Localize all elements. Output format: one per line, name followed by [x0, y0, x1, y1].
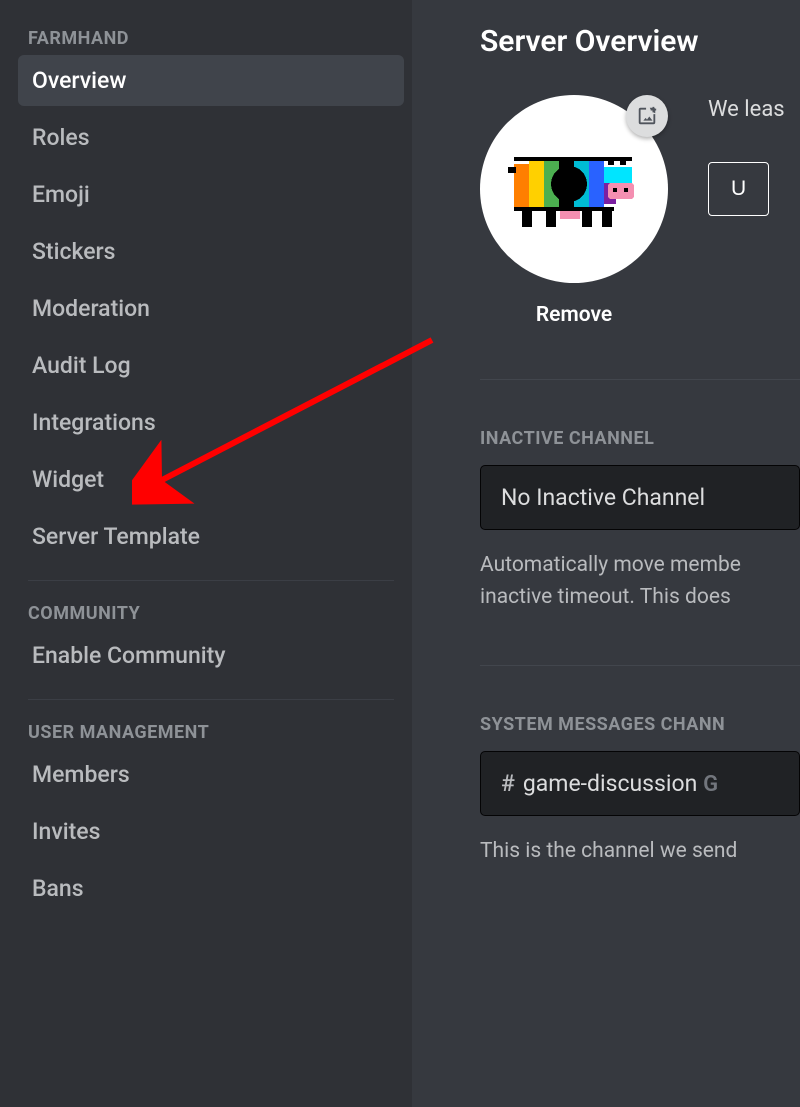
sidebar-item-server-template[interactable]: Server Template	[18, 511, 404, 562]
inactive-channel-helper: Automatically move membe inactive timeou…	[480, 550, 800, 613]
page-title: Server Overview	[480, 24, 800, 59]
sidebar-item-emoji[interactable]: Emoji	[18, 169, 404, 220]
image-upload-icon	[636, 105, 658, 127]
settings-sidebar: FARMHAND Overview Roles Emoji Stickers M…	[0, 0, 412, 1107]
sidebar-divider	[28, 699, 394, 700]
server-avatar-image	[504, 139, 644, 239]
system-channel-name: game-discussion	[523, 770, 697, 797]
avatar-hint-text: We leas	[708, 95, 785, 126]
system-messages-label: SYSTEM MESSAGES CHANN	[480, 714, 800, 735]
section-divider	[480, 665, 800, 666]
system-channel-tail: G	[703, 772, 719, 797]
sidebar-section-header-farmhand: FARMHAND	[18, 20, 404, 55]
sidebar-item-enable-community[interactable]: Enable Community	[18, 630, 404, 681]
system-messages-channel-select[interactable]: # game-discussion G	[480, 751, 800, 816]
upload-image-button[interactable]: U	[708, 162, 769, 216]
hash-icon: #	[501, 770, 515, 797]
main-panel: Server Overview	[412, 0, 800, 1107]
sidebar-item-roles[interactable]: Roles	[18, 112, 404, 163]
system-messages-helper: This is the channel we send	[480, 836, 800, 868]
sidebar-item-bans[interactable]: Bans	[18, 863, 404, 914]
sidebar-item-overview[interactable]: Overview	[18, 55, 404, 106]
sidebar-item-audit-log[interactable]: Audit Log	[18, 340, 404, 391]
upload-image-badge[interactable]	[626, 95, 668, 137]
section-divider	[480, 379, 800, 380]
sidebar-item-members[interactable]: Members	[18, 749, 404, 800]
sidebar-item-invites[interactable]: Invites	[18, 806, 404, 857]
sidebar-item-stickers[interactable]: Stickers	[18, 226, 404, 277]
sidebar-item-integrations[interactable]: Integrations	[18, 397, 404, 448]
inactive-channel-select[interactable]: No Inactive Channel	[480, 465, 800, 530]
sidebar-item-widget[interactable]: Widget	[18, 454, 404, 505]
sidebar-section-header-user-management: USER MANAGEMENT	[18, 714, 404, 749]
sidebar-item-moderation[interactable]: Moderation	[18, 283, 404, 334]
sidebar-section-header-community: COMMUNITY	[18, 595, 404, 630]
inactive-channel-label: INACTIVE CHANNEL	[480, 428, 800, 449]
sidebar-divider	[28, 580, 394, 581]
remove-avatar-button[interactable]: Remove	[536, 303, 612, 327]
